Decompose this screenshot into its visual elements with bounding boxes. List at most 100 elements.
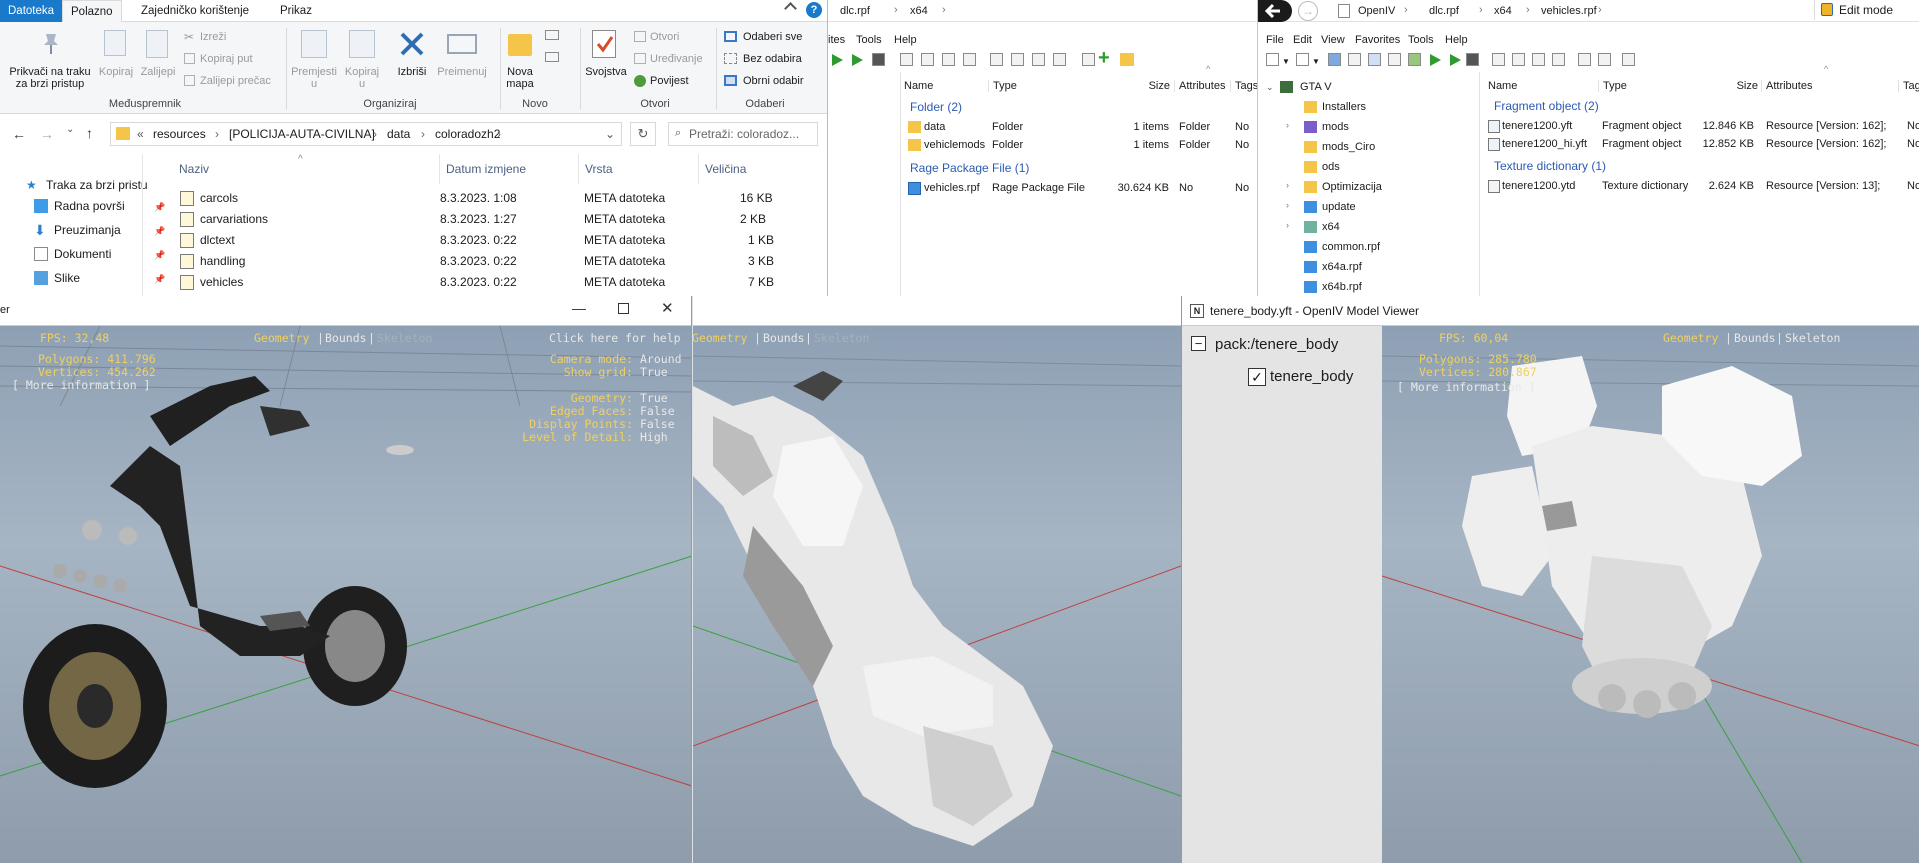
file-row[interactable]: handling 8.3.2023. 0:22 META datoteka 3 …	[170, 251, 790, 272]
column-header-attributes[interactable]: Attributes	[1174, 80, 1225, 92]
tab-geometry[interactable]: Geometry	[1663, 331, 1718, 345]
toolbar-icon[interactable]	[963, 53, 976, 66]
menu-tools[interactable]: Tools	[856, 34, 882, 46]
column-header-type[interactable]: Type	[1598, 80, 1627, 92]
paste-button[interactable]: Zalijepi	[138, 66, 178, 78]
more-information-link[interactable]: [ More information ]	[1397, 380, 1535, 394]
easy-access-icon[interactable]	[545, 52, 559, 62]
rename-button[interactable]: Preimenuj	[432, 66, 492, 78]
copy-path-button[interactable]: Kopiraj put	[200, 53, 253, 65]
toolbar-icon[interactable]	[1598, 53, 1611, 66]
minimize-icon[interactable]: —	[572, 300, 586, 316]
paste-shortcut-button[interactable]: Zalijepi prečac	[200, 75, 271, 87]
toolbar-icon[interactable]	[1492, 53, 1505, 66]
camera-mode-value[interactable]: Around	[640, 352, 682, 366]
play-icon[interactable]	[832, 54, 843, 66]
list-item[interactable]: vehicles.rpf Rage Package File 30.624 KB…	[904, 182, 1257, 200]
back-arrow-icon[interactable]: ←	[12, 126, 26, 142]
display-points-value[interactable]: False	[640, 417, 675, 431]
new-folder-button[interactable]: Nova mapa	[500, 66, 540, 90]
history-button[interactable]: Povijest	[650, 75, 689, 87]
path-segment[interactable]: x64	[910, 5, 928, 17]
edit-button[interactable]: Uređivanje	[650, 53, 703, 65]
list-item[interactable]: data Folder 1 items Folder No	[904, 121, 1257, 139]
select-none-button[interactable]: Bez odabira	[743, 53, 802, 65]
copy-to-button[interactable]: Kopiraj u	[338, 66, 386, 90]
nav-desktop[interactable]: Radna površi 📌	[34, 196, 165, 216]
list-item[interactable]: tenere1200.ytd Texture dictionary 2.624 …	[1486, 180, 1919, 198]
refresh-icon[interactable]: ↻	[630, 122, 656, 146]
breadcrumb-overflow[interactable]: «	[137, 127, 144, 141]
toolbar-icon[interactable]	[1368, 53, 1381, 66]
menu-favorites[interactable]: ites	[828, 34, 845, 46]
properties-button[interactable]: Svojstva	[584, 66, 628, 78]
chevron-up-icon[interactable]	[784, 2, 797, 15]
column-header-name[interactable]: Naziv	[179, 154, 209, 184]
tab-bounds[interactable]: Bounds	[325, 331, 367, 345]
column-header-type[interactable]: Type	[988, 80, 1017, 92]
column-header-tags[interactable]: Tags	[1230, 80, 1257, 92]
menu-favorites[interactable]: Favorites	[1355, 34, 1400, 46]
level-of-detail-value[interactable]: High	[640, 430, 668, 444]
file-row[interactable]: carcols 8.3.2023. 1:08 META datoteka 16 …	[170, 188, 790, 209]
column-header-tags[interactable]: Tags	[1898, 80, 1919, 92]
list-item[interactable]: vehiclemods Folder 1 items Folder No	[904, 139, 1257, 157]
tab-bounds[interactable]: Bounds	[763, 331, 805, 345]
delete-button[interactable]: Izbriši	[390, 66, 434, 78]
column-header-attributes[interactable]: Attributes	[1761, 80, 1812, 92]
expand-arrow-icon[interactable]: ›	[1286, 180, 1289, 190]
search-input[interactable]: Pretraži: coloradoz...	[668, 122, 818, 146]
breadcrumb-item[interactable]: resources	[153, 127, 206, 141]
path-segment[interactable]: vehicles.rpf	[1541, 5, 1597, 17]
move-to-button[interactable]: Premjesti u	[290, 66, 338, 90]
toolbar-icon[interactable]	[942, 53, 955, 66]
collapse-icon[interactable]: −	[1191, 336, 1206, 351]
group-header-rpf[interactable]: Rage Package File (1)	[910, 161, 1029, 175]
toolbar-icon[interactable]	[1532, 53, 1545, 66]
group-header-texture[interactable]: Texture dictionary (1)	[1494, 159, 1606, 173]
tree-item[interactable]: ods	[1322, 161, 1340, 173]
toolbar-icon[interactable]	[900, 53, 913, 66]
tree-item[interactable]: x64a.rpf	[1322, 261, 1362, 273]
address-breadcrumb[interactable]: « resources › [POLICIJA-AUTA-CIVILNA] › …	[110, 122, 622, 146]
expand-arrow-icon[interactable]: ›	[1286, 200, 1289, 210]
copy-button[interactable]: Kopiraj	[96, 66, 136, 78]
recent-dropdown-icon[interactable]: ⌄	[66, 124, 74, 135]
pin-icon[interactable]: 📌	[154, 197, 165, 217]
save-icon[interactable]	[872, 53, 885, 66]
chevron-down-icon[interactable]: ▼	[1282, 57, 1290, 66]
tab-skeleton[interactable]: Skeleton	[377, 331, 432, 345]
cut-button[interactable]: Izreži	[200, 31, 226, 43]
tab-file[interactable]: Datoteka	[0, 0, 63, 22]
breadcrumb-item[interactable]: coloradozh2	[435, 127, 500, 141]
help-link[interactable]: Click here for help	[549, 331, 681, 345]
column-header-name[interactable]: Name	[904, 80, 933, 92]
tree-item[interactable]: mods	[1322, 121, 1349, 133]
tab-home[interactable]: Polazno	[62, 0, 122, 22]
tree-item-tenere-body[interactable]: tenere_body	[1270, 368, 1353, 385]
show-grid-value[interactable]: True	[640, 365, 668, 379]
toolbar-icon[interactable]	[1032, 53, 1045, 66]
nav-documents[interactable]: Dokumenti 📌	[34, 244, 165, 264]
edged-faces-value[interactable]: False	[640, 404, 675, 418]
tree-item[interactable]: Optimizacija	[1322, 181, 1382, 193]
help-icon[interactable]: ?	[806, 2, 822, 18]
list-item[interactable]: tenere1200_hi.yft Fragment object 12.852…	[1486, 138, 1919, 156]
tab-bounds[interactable]: Bounds	[1734, 331, 1776, 345]
menu-view[interactable]: View	[1321, 34, 1345, 46]
menu-edit[interactable]: Edit	[1293, 34, 1312, 46]
pin-icon[interactable]: 📌	[154, 221, 165, 241]
menu-help[interactable]: Help	[1445, 34, 1468, 46]
file-row[interactable]: dlctext 8.3.2023. 0:22 META datoteka 1 K…	[170, 230, 790, 251]
open-file-icon[interactable]	[1296, 53, 1309, 66]
tree-root-pack[interactable]: pack:/tenere_body	[1215, 336, 1338, 353]
viewport-3d[interactable]: FPS: 60,04 Geometry | Bounds | Skeleton …	[1382, 326, 1919, 863]
tree-item[interactable]: common.rpf	[1322, 241, 1380, 253]
forward-button[interactable]: →	[1298, 1, 1318, 21]
menu-help[interactable]: Help	[894, 34, 917, 46]
breadcrumb-item[interactable]: [POLICIJA-AUTA-CIVILNA]	[229, 127, 375, 141]
toolbar-icon[interactable]	[1408, 53, 1421, 66]
expand-arrow-icon[interactable]: ⌄	[1266, 82, 1274, 93]
tree-item[interactable]: x64	[1322, 221, 1340, 233]
nav-downloads[interactable]: ⬇ Preuzimanja 📌	[34, 220, 165, 240]
